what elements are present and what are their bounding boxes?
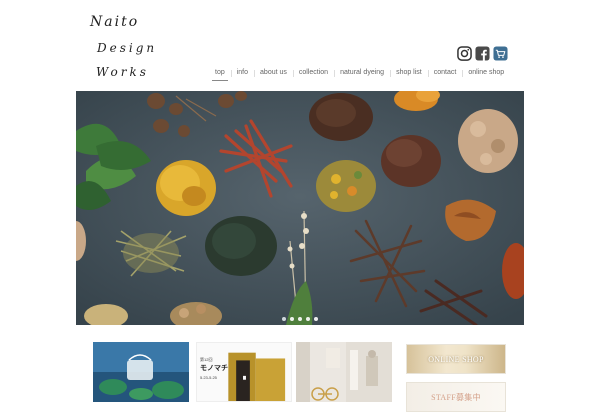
- monomachi-date: 5.23-5.25: [200, 375, 217, 380]
- social-links: [457, 46, 508, 61]
- nav-item-top[interactable]: top: [209, 68, 231, 84]
- nav-item-shop-list[interactable]: shop list: [390, 68, 428, 84]
- facebook-icon[interactable]: [475, 46, 490, 61]
- svg-text:Design: Design: [96, 41, 157, 55]
- nav-item-about-us[interactable]: about us: [254, 68, 293, 84]
- slider-dots: [76, 317, 524, 321]
- monomachi-event-tile[interactable]: 第12回 モノマチ 5.23-5.25: [196, 342, 292, 402]
- slider-dot-2[interactable]: [290, 317, 294, 321]
- slider-dot-1[interactable]: [282, 317, 286, 321]
- online-shop-banner-label: ONLINE SHOP: [428, 354, 484, 364]
- slider-dot-5[interactable]: [314, 317, 318, 321]
- svg-text:Works: Works: [96, 65, 149, 79]
- indigo-dyeing-tile[interactable]: [93, 342, 189, 402]
- slider-dot-3[interactable]: [298, 317, 302, 321]
- svg-text:Naito: Naito: [89, 14, 139, 30]
- nav-item-natural-dyeing[interactable]: natural dyeing: [334, 68, 390, 84]
- main-nav: top info about us collection natural dye…: [209, 68, 510, 84]
- brand-logo-lettering: Naito Design Works: [89, 14, 157, 79]
- hero-slider[interactable]: [76, 91, 524, 325]
- staff-recruit-banner-label: STAFF募集中: [431, 392, 481, 402]
- instagram-icon[interactable]: [457, 46, 472, 61]
- nav-item-contact[interactable]: contact: [427, 68, 463, 84]
- brand-logo[interactable]: Naito Design Works: [88, 10, 178, 80]
- staff-recruit-banner[interactable]: STAFF募集中: [406, 382, 506, 412]
- shop-interior-photo: [296, 342, 392, 402]
- nav-item-online-shop[interactable]: online shop: [462, 68, 510, 84]
- slider-dot-4[interactable]: [306, 317, 310, 321]
- online-shop-banner[interactable]: ONLINE SHOP: [406, 344, 506, 374]
- hero-dye-materials-photo: [76, 91, 524, 325]
- nav-item-collection[interactable]: collection: [292, 68, 334, 84]
- indigo-plant-photo: [93, 342, 189, 402]
- nav-item-info[interactable]: info: [230, 68, 254, 84]
- monomachi-title: モノマチ: [200, 365, 228, 372]
- shop-interior-tile[interactable]: [296, 342, 392, 402]
- shop-cart-icon[interactable]: [493, 46, 508, 61]
